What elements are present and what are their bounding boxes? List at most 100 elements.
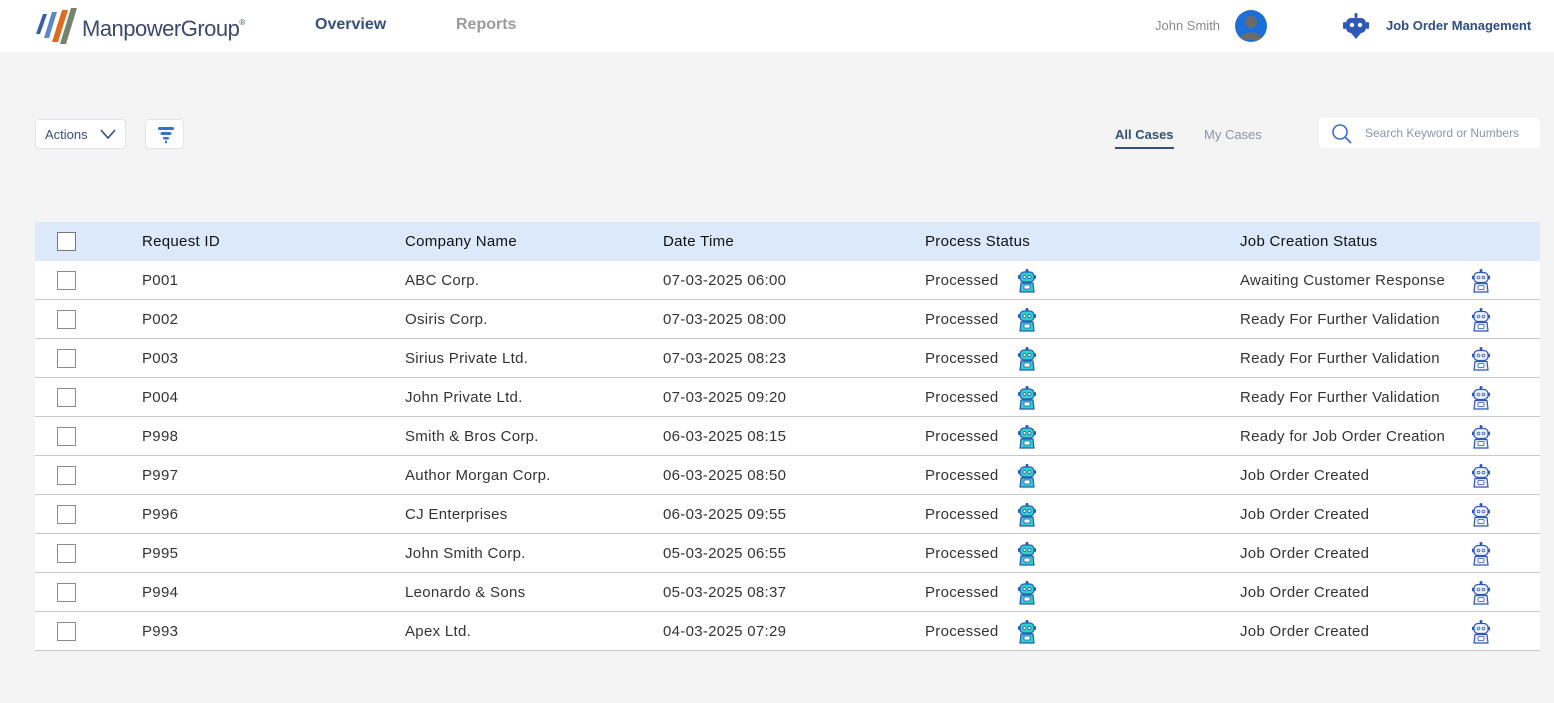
table-row[interactable]: P993 Apex Ltd. 04-03-2025 07:29 Processe… xyxy=(35,612,1540,651)
company-name-cell: Author Morgan Corp. xyxy=(405,466,551,484)
robot-icon[interactable] xyxy=(1015,425,1039,449)
request-id-cell: P993 xyxy=(142,622,179,640)
date-time-cell: 04-03-2025 07:29 xyxy=(663,622,787,640)
row-checkbox[interactable] xyxy=(57,348,76,368)
top-header: ManpowerGroup® Overview Reports John Smi… xyxy=(0,0,1554,52)
search-input[interactable] xyxy=(1365,124,1535,142)
row-checkbox-cell xyxy=(57,456,76,494)
table-row[interactable]: P996 CJ Enterprises 06-03-2025 09:55 Pro… xyxy=(35,495,1540,534)
row-checkbox[interactable] xyxy=(57,465,76,485)
table-row[interactable]: P001 ABC Corp. 07-03-2025 06:00 Processe… xyxy=(35,261,1540,300)
robot-outline-icon[interactable] xyxy=(1469,620,1493,644)
table-row[interactable]: P997 Author Morgan Corp. 06-03-2025 08:5… xyxy=(35,456,1540,495)
app-name[interactable]: Job Order Management xyxy=(1386,18,1531,33)
row-checkbox-cell xyxy=(57,495,76,533)
row-checkbox-cell xyxy=(57,612,76,650)
robot-icon[interactable] xyxy=(1015,386,1039,410)
request-id-cell: P998 xyxy=(142,427,179,445)
row-checkbox[interactable] xyxy=(57,621,76,641)
robot-icon[interactable] xyxy=(1015,347,1039,371)
manpowergroup-logo[interactable]: ManpowerGroup® xyxy=(34,8,245,46)
table-row[interactable]: P994 Leonardo & Sons 05-03-2025 08:37 Pr… xyxy=(35,573,1540,612)
robot-outline-icon[interactable] xyxy=(1469,308,1493,332)
table-row[interactable]: P004 John Private Ltd. 07-03-2025 09:20 … xyxy=(35,378,1540,417)
robot-outline-icon[interactable] xyxy=(1469,542,1493,566)
header-checkbox-cell xyxy=(57,222,76,261)
table-header-row: Request ID Company Name Date Time Proces… xyxy=(35,222,1540,261)
row-checkbox[interactable] xyxy=(57,309,76,329)
column-header-job-creation-status[interactable]: Job Creation Status xyxy=(1240,222,1377,261)
tab-my-cases[interactable]: My Cases xyxy=(1204,127,1262,142)
table-row[interactable]: P998 Smith & Bros Corp. 06-03-2025 08:15… xyxy=(35,417,1540,456)
chevron-down-icon xyxy=(100,129,116,140)
process-status-cell: Processed xyxy=(925,349,999,367)
date-time-cell: 06-03-2025 09:55 xyxy=(663,505,787,523)
table-row[interactable]: P995 John Smith Corp. 05-03-2025 06:55 P… xyxy=(35,534,1540,573)
robot-icon[interactable] xyxy=(1015,269,1039,293)
date-time-cell: 05-03-2025 06:55 xyxy=(663,544,787,562)
robot-icon[interactable] xyxy=(1015,308,1039,332)
column-header-date-time[interactable]: Date Time xyxy=(663,222,734,261)
robot-outline-icon[interactable] xyxy=(1469,347,1493,371)
job-creation-status-cell: Job Order Created xyxy=(1240,505,1370,523)
table-row[interactable]: P002 Osiris Corp. 07-03-2025 08:00 Proce… xyxy=(35,300,1540,339)
column-header-company-name[interactable]: Company Name xyxy=(405,222,517,261)
date-time-cell: 05-03-2025 08:37 xyxy=(663,583,787,601)
row-checkbox[interactable] xyxy=(57,426,76,446)
column-header-request-id[interactable]: Request ID xyxy=(142,222,220,261)
date-time-cell: 06-03-2025 08:15 xyxy=(663,427,787,445)
nav-tab-overview[interactable]: Overview xyxy=(315,16,386,34)
company-name-cell: Osiris Corp. xyxy=(405,310,488,328)
robot-icon[interactable] xyxy=(1015,542,1039,566)
row-checkbox[interactable] xyxy=(57,270,76,290)
row-checkbox[interactable] xyxy=(57,504,76,524)
table-row[interactable]: P003 Sirius Private Ltd. 07-03-2025 08:2… xyxy=(35,339,1540,378)
actions-dropdown[interactable]: Actions xyxy=(35,119,126,149)
robot-outline-icon[interactable] xyxy=(1469,425,1493,449)
date-time-cell: 07-03-2025 06:00 xyxy=(663,271,787,289)
company-name-cell: John Private Ltd. xyxy=(405,388,523,406)
column-header-process-status[interactable]: Process Status xyxy=(925,222,1030,261)
company-name-cell: John Smith Corp. xyxy=(405,544,526,562)
robot-icon[interactable] xyxy=(1015,620,1039,644)
search-box xyxy=(1319,118,1540,148)
robot-outline-icon[interactable] xyxy=(1469,503,1493,527)
row-checkbox-cell xyxy=(57,261,76,299)
robot-icon[interactable] xyxy=(1015,464,1039,488)
row-checkbox-cell xyxy=(57,534,76,572)
row-checkbox-cell xyxy=(57,339,76,377)
request-id-cell: P995 xyxy=(142,544,179,562)
search-icon[interactable] xyxy=(1331,123,1353,145)
tab-all-cases[interactable]: All Cases xyxy=(1115,127,1174,149)
process-status-cell: Processed xyxy=(925,388,999,406)
robot-outline-icon[interactable] xyxy=(1469,464,1493,488)
request-id-cell: P002 xyxy=(142,310,179,328)
row-checkbox-cell xyxy=(57,417,76,455)
row-checkbox[interactable] xyxy=(57,387,76,407)
job-creation-status-cell: Ready For Further Validation xyxy=(1240,388,1440,406)
filter-button[interactable] xyxy=(145,119,184,149)
filter-icon xyxy=(158,127,174,144)
process-status-cell: Processed xyxy=(925,427,999,445)
process-status-cell: Processed xyxy=(925,505,999,523)
nav-tab-reports[interactable]: Reports xyxy=(456,16,516,34)
request-id-cell: P003 xyxy=(142,349,179,367)
process-status-cell: Processed xyxy=(925,544,999,562)
robot-outline-icon[interactable] xyxy=(1469,581,1493,605)
company-name-cell: ABC Corp. xyxy=(405,271,480,289)
request-id-cell: P997 xyxy=(142,466,179,484)
date-time-cell: 07-03-2025 08:23 xyxy=(663,349,787,367)
robot-icon[interactable] xyxy=(1015,581,1039,605)
row-checkbox-cell xyxy=(57,378,76,416)
robot-outline-icon[interactable] xyxy=(1469,269,1493,293)
row-checkbox[interactable] xyxy=(57,582,76,602)
select-all-checkbox[interactable] xyxy=(57,232,76,251)
row-checkbox[interactable] xyxy=(57,543,76,563)
bot-head-icon xyxy=(1343,13,1369,39)
job-creation-status-cell: Job Order Created xyxy=(1240,466,1370,484)
robot-outline-icon[interactable] xyxy=(1469,386,1493,410)
process-status-cell: Processed xyxy=(925,310,999,328)
robot-icon[interactable] xyxy=(1015,503,1039,527)
table-body: P001 ABC Corp. 07-03-2025 06:00 Processe… xyxy=(35,261,1540,651)
user-avatar[interactable] xyxy=(1235,10,1267,42)
